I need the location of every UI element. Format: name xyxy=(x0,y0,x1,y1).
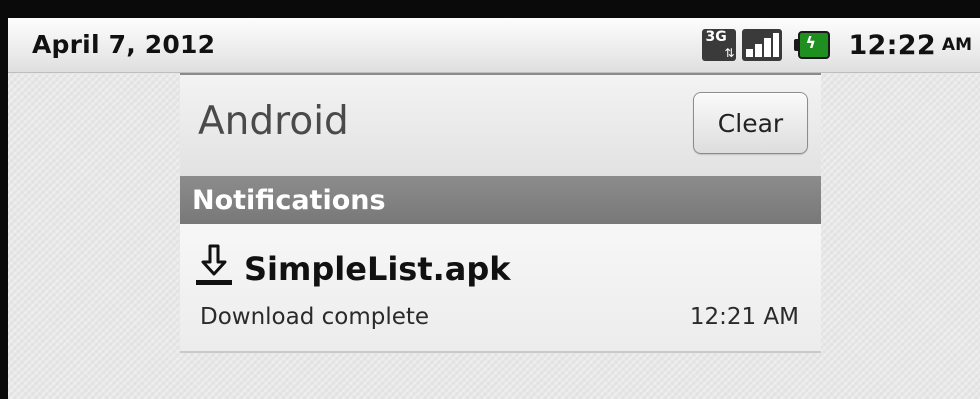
clear-button[interactable]: Clear xyxy=(693,92,808,154)
network-type-label: 3G xyxy=(705,29,727,45)
data-activity-arrows-icon: ⇅ xyxy=(724,46,735,60)
status-date: April 7, 2012 xyxy=(32,30,216,59)
status-ampm: AM xyxy=(941,35,972,55)
network-3g-icon: 3G ⇅ xyxy=(702,29,737,61)
notification-panel: Android Clear Notifications SimpleList.a… xyxy=(180,73,821,353)
download-icon xyxy=(196,244,232,285)
notifications-section-header: Notifications xyxy=(180,176,821,224)
device-frame: April 7, 2012 3G ⇅ ϟ 12:22 AM Android Cl… xyxy=(0,0,980,399)
status-bar[interactable]: April 7, 2012 3G ⇅ ϟ 12:22 AM xyxy=(8,18,980,73)
notification-text: Download complete xyxy=(200,304,430,330)
notification-title: SimpleList.apk xyxy=(244,250,511,288)
battery-charging-icon: ϟ xyxy=(794,31,832,59)
carrier-label: Android xyxy=(198,99,349,144)
signal-strength-icon xyxy=(742,29,783,61)
status-icons: 3G ⇅ ϟ 12:22 AM xyxy=(702,26,972,64)
section-title: Notifications xyxy=(192,184,386,216)
notification-time: 12:21 AM xyxy=(689,304,799,330)
screen: April 7, 2012 3G ⇅ ϟ 12:22 AM Android Cl… xyxy=(8,18,980,399)
notification-item[interactable]: SimpleList.apk Download complete 12:21 A… xyxy=(180,224,821,353)
panel-header: Android Clear xyxy=(180,73,821,176)
status-time: 12:22 xyxy=(848,29,936,61)
